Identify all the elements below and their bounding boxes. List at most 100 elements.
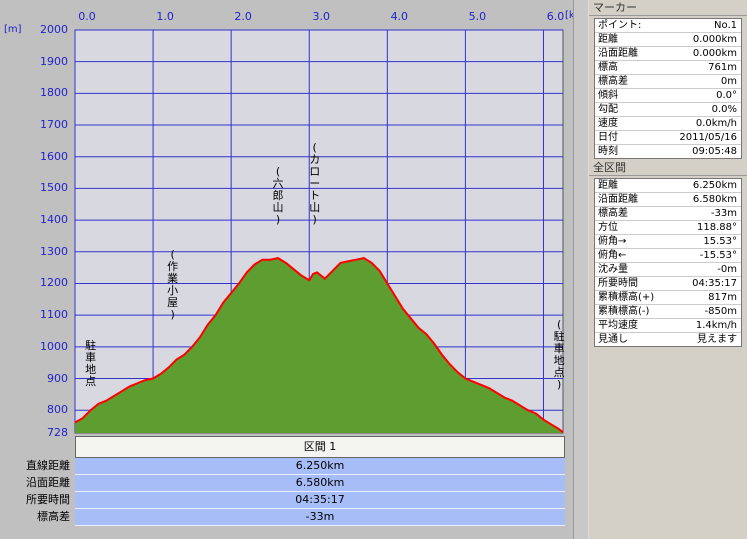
panel-row-key: 標高 xyxy=(598,62,618,73)
panel-row-key: 勾配 xyxy=(598,104,618,115)
panel-row: 俯角→ 15.53° xyxy=(595,235,741,249)
panel-row-value: 0m xyxy=(720,76,737,87)
panel-row: 勾配 0.0% xyxy=(595,103,741,117)
panel-row-value: 817m xyxy=(708,292,737,303)
section-row-label: 標高差 xyxy=(37,510,70,523)
splitter[interactable] xyxy=(573,0,589,539)
panel-row-key: 累積標高(-) xyxy=(598,306,650,317)
panel-row: 傾斜 0.0° xyxy=(595,89,741,103)
panel-row: 沈み量 -0m xyxy=(595,263,741,277)
panel-row-value: 09:05:48 xyxy=(692,146,737,157)
y-tick-label: 728 xyxy=(47,426,68,439)
chart-annotation: (カロート山) xyxy=(308,142,322,226)
y-tick-label: 800 xyxy=(47,403,68,417)
panel-row-key: 平均速度 xyxy=(598,320,638,331)
panel-row-value: 0.000km xyxy=(692,34,737,45)
panel-row-value: 04:35:17 xyxy=(692,278,737,289)
panel-row-value: -0m xyxy=(717,264,737,275)
panel-row-value: 0.000km xyxy=(692,48,737,59)
panel-row-value: -850m xyxy=(704,306,737,317)
section-header[interactable]: 区間 1 xyxy=(75,436,565,458)
y-tick-label: 1200 xyxy=(40,276,68,290)
annotation-char: ) xyxy=(275,213,281,227)
total-panel-title[interactable]: 全区間 xyxy=(589,160,747,176)
y-tick-label: 1000 xyxy=(40,339,68,353)
panel-row-value: 0.0% xyxy=(711,104,737,115)
panel-row: 標高差 -33m xyxy=(595,207,741,221)
panel-row: 俯角← -15.53° xyxy=(595,249,741,263)
marker-table: ポイント: No.1 距離 0.000km 沿面距離 0.000km 標高 761m 標高差 0m… xyxy=(594,18,742,159)
panel-row: 累積標高(+) 817m xyxy=(595,291,741,305)
section-row-label: 所要時間 xyxy=(26,493,70,506)
panel-row: 日付 2011/05/16 xyxy=(595,131,741,145)
panel-row-key: 俯角→ xyxy=(598,236,627,247)
panel-row-value: -15.53° xyxy=(699,250,737,261)
panel-row-value: 761m xyxy=(708,62,737,73)
y-tick-label: 2000 xyxy=(40,23,68,36)
panel-row: 時刻 09:05:48 xyxy=(595,145,741,158)
panel-row: 沿面距離 6.580km xyxy=(595,193,741,207)
panel-row: 所要時間 04:35:17 xyxy=(595,277,741,291)
section-row-value: -33m xyxy=(75,509,565,526)
panel-row-key: 標高差 xyxy=(598,208,628,219)
section-row-label: 沿面距離 xyxy=(26,476,70,489)
y-tick-label: 1900 xyxy=(40,54,68,68)
x-tick-label: 3.0 xyxy=(312,10,330,23)
panel-row: 距離 6.250km xyxy=(595,179,741,193)
panel-row-key: 日付 xyxy=(598,132,618,143)
panel-row: 沿面距離 0.000km xyxy=(595,47,741,61)
y-tick-label: 1700 xyxy=(40,118,68,132)
panel-row-value: 2011/05/16 xyxy=(679,132,737,143)
y-tick-label: 1100 xyxy=(40,308,68,322)
panel-row: ポイント: No.1 xyxy=(595,19,741,33)
y-tick-label: 1600 xyxy=(40,149,68,163)
panel-row-value: No.1 xyxy=(714,20,737,31)
total-table: 距離 6.250km 沿面距離 6.580km 標高差 -33m 方位 118.88° 俯角→ 1… xyxy=(594,178,742,347)
panel-row: 見通し 見えます xyxy=(595,333,741,346)
annotation-char: ) xyxy=(312,213,317,227)
section-row-value: 6.250km xyxy=(75,458,565,475)
y-axis-unit: [m] xyxy=(4,24,22,35)
section-row-value: 6.580km xyxy=(75,475,565,492)
panel-row-value: 6.250km xyxy=(692,180,737,191)
panel-row-key: 沿面距離 xyxy=(598,194,638,205)
panel-row-key: 時刻 xyxy=(598,146,618,157)
y-tick-label: 1400 xyxy=(40,213,68,227)
panel-row-key: 所要時間 xyxy=(598,278,638,289)
y-tick-label: 1300 xyxy=(40,244,68,258)
panel-row-value: 118.88° xyxy=(697,222,737,233)
x-tick-label: 5.0 xyxy=(468,10,487,23)
panel-row: 標高 761m xyxy=(595,61,741,75)
y-tick-label: 900 xyxy=(47,371,68,385)
annotation-char: 点 xyxy=(85,375,97,388)
panel-row-key: 沈み量 xyxy=(598,264,628,275)
x-tick-label: 0.0 xyxy=(78,10,96,23)
panel-row-value: 0.0° xyxy=(716,90,737,101)
panel-row-key: ポイント: xyxy=(598,20,642,31)
panel-row: 標高差 0m xyxy=(595,75,741,89)
panel-row-key: 俯角← xyxy=(598,250,627,261)
x-tick-label: 2.0 xyxy=(234,10,252,23)
panel-row: 距離 0.000km xyxy=(595,33,741,47)
panel-row-value: 1.4km/h xyxy=(695,320,737,331)
panel-row: 平均速度 1.4km/h xyxy=(595,319,741,333)
panel-row-key: 累積標高(+) xyxy=(598,292,655,303)
marker-panel-title[interactable]: マーカー xyxy=(589,0,747,16)
panel-row-value: 見えます xyxy=(697,334,737,345)
annotation-char: ) xyxy=(170,308,175,322)
y-tick-label: 1500 xyxy=(40,181,68,195)
x-tick-label: 4.0 xyxy=(390,10,409,23)
panel-row-key: 距離 xyxy=(598,34,618,45)
panel-row-value: 15.53° xyxy=(703,236,737,247)
chart-annotation: (作業小屋) xyxy=(166,249,180,321)
panel-row-value: -33m xyxy=(710,208,737,219)
panel-row: 方位 118.88° xyxy=(595,221,741,235)
panel-row-key: 傾斜 xyxy=(598,90,618,101)
panel-row-key: 見通し xyxy=(598,334,628,345)
annotation-char: ) xyxy=(556,378,562,392)
panel-row-value: 0.0km/h xyxy=(695,118,737,129)
panel-row-key: 沿面距離 xyxy=(598,48,638,59)
chart-annotation: (六郎山) xyxy=(271,166,285,226)
panel-row-key: 方位 xyxy=(598,222,618,233)
panel-row-key: 速度 xyxy=(598,118,618,129)
